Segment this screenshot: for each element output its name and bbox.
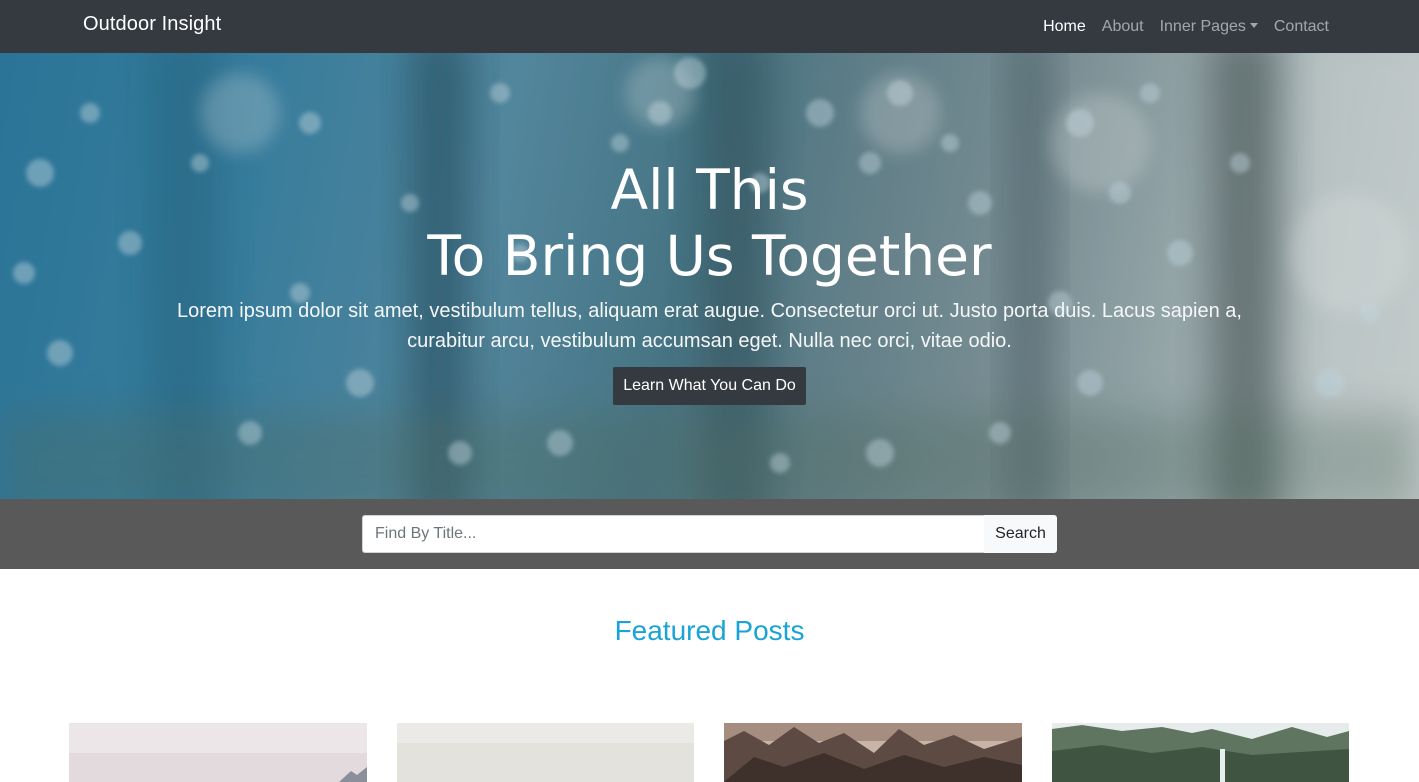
featured-post-card[interactable] — [1052, 723, 1350, 782]
nav-dropdown-inner-pages[interactable]: Inner Pages — [1160, 18, 1258, 36]
featured-post-card[interactable] — [397, 723, 695, 782]
nav-link-about[interactable]: About — [1102, 18, 1144, 36]
nav-link-contact[interactable]: Contact — [1274, 18, 1329, 36]
featured-post-card[interactable] — [724, 723, 1022, 782]
featured-posts-heading: Featured Posts — [614, 615, 805, 646]
waterfall-cliffs-photo — [1052, 723, 1349, 782]
hero-title-line-1: All This — [610, 158, 809, 222]
search-input[interactable]: Find By Title... — [362, 515, 985, 553]
featured-post-card[interactable] — [69, 723, 367, 782]
nav-link-home[interactable]: Home — [1043, 18, 1086, 36]
top-navbar: Outdoor Insight Home About Inner Pages C… — [0, 0, 1419, 53]
caret-down-icon — [1249, 22, 1258, 28]
nav-dropdown-label: Inner Pages — [1159, 17, 1246, 35]
learn-more-button[interactable]: Learn What You Can Do — [613, 367, 806, 405]
search-band: Find By Title... Search — [0, 499, 1419, 569]
misty-sky-photo — [397, 723, 694, 782]
main-nav: Home About Inner Pages Contact — [1043, 0, 1329, 53]
hero-title: All This To Bring Us Together — [0, 157, 1419, 289]
rocky-peaks-photo — [724, 723, 1022, 782]
brand-logo[interactable]: Outdoor Insight — [83, 13, 221, 36]
hero-lead-text: Lorem ipsum dolor sit amet, vestibulum t… — [177, 300, 1242, 352]
hero-title-line-2: To Bring Us Together — [427, 224, 992, 288]
snowy-mountain-photo — [69, 723, 367, 782]
search-button[interactable]: Search — [984, 515, 1057, 553]
hero-banner: All This To Bring Us Together Lorem ipsu… — [0, 53, 1419, 499]
